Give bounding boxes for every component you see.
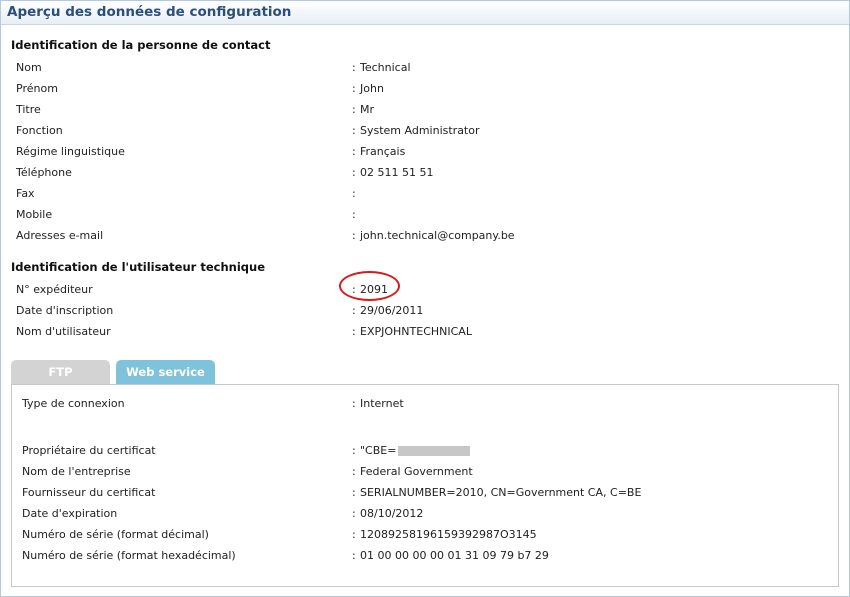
certificate-row-value: :01 00 00 00 00 01 31 09 79 b7 29 <box>352 549 549 562</box>
contact-row-label: Nom <box>16 61 42 74</box>
contact-row-label: Mobile <box>16 208 53 221</box>
certificate-row-label: Numéro de série (format décimal) <box>22 528 209 541</box>
connection-row-label: Type de connexion <box>22 397 125 410</box>
contact-row-value: : john.technical@company.be <box>352 229 515 242</box>
certificate-row-value: : "CBE= <box>352 442 471 460</box>
contact-row-label: Prénom <box>16 82 58 95</box>
technical-row-label: N° expéditeur <box>16 283 93 296</box>
contact-row-label: Fax <box>16 187 35 200</box>
certificate-row-label: Fournisseur du certificat <box>22 486 156 499</box>
panel-header: Aperçu des données de configuration <box>1 1 849 25</box>
certificate-row-label: Numéro de série (format hexadécimal) <box>22 549 236 562</box>
certificate-row-label: Propriétaire du certificat <box>22 444 156 457</box>
contact-row-value: : System Administrator <box>352 124 480 137</box>
contact-row-label: Régime linguistique <box>16 145 125 158</box>
certificate-row-value: :08/10/2012 <box>352 507 424 520</box>
technical-section-title: Identification de l'utilisateur techniqu… <box>11 260 265 274</box>
certificate-row-label: Nom de l'entreprise <box>22 465 131 478</box>
certificate-row-value: :12089258196159392987O3145 <box>352 528 537 541</box>
contact-row-value: : Français <box>352 145 406 158</box>
connection-row-value: : Internet <box>352 397 404 410</box>
technical-row-value: :29/06/2011 <box>352 304 424 317</box>
page-title: Aperçu des données de configuration <box>7 4 292 20</box>
certificate-row-value: : Federal Government <box>352 465 473 478</box>
certificate-row-label: Date d'expiration <box>22 507 118 520</box>
tab-ftp[interactable]: FTP <box>11 360 110 384</box>
contact-row-value: : Technical <box>352 61 411 74</box>
contact-section-title: Identification de la personne de contact <box>11 38 271 52</box>
tab-web-service[interactable]: Web service <box>116 360 215 384</box>
contact-row-value: :02 511 51 51 <box>352 166 434 179</box>
contact-row-value: : Mr <box>352 103 375 116</box>
technical-row-label: Date d'inscription <box>16 304 114 317</box>
technical-row-label: Nom d'utilisateur <box>16 325 111 338</box>
contact-row-label: Adresses e-mail <box>16 229 104 242</box>
contact-row-value: : <box>352 187 356 200</box>
contact-row-label: Titre <box>16 103 41 116</box>
certificate-row-value: : SERIALNUMBER=2010, CN=Government CA, C=… <box>352 486 642 499</box>
contact-row-value: : John <box>352 82 384 95</box>
highlight-circle <box>339 271 400 301</box>
technical-row-value: : EXPJOHNTECHNICAL <box>352 325 472 338</box>
contact-row-label: Téléphone <box>16 166 72 179</box>
redacted-block <box>398 446 471 456</box>
contact-row-value: : <box>352 208 356 221</box>
contact-row-label: Fonction <box>16 124 63 137</box>
